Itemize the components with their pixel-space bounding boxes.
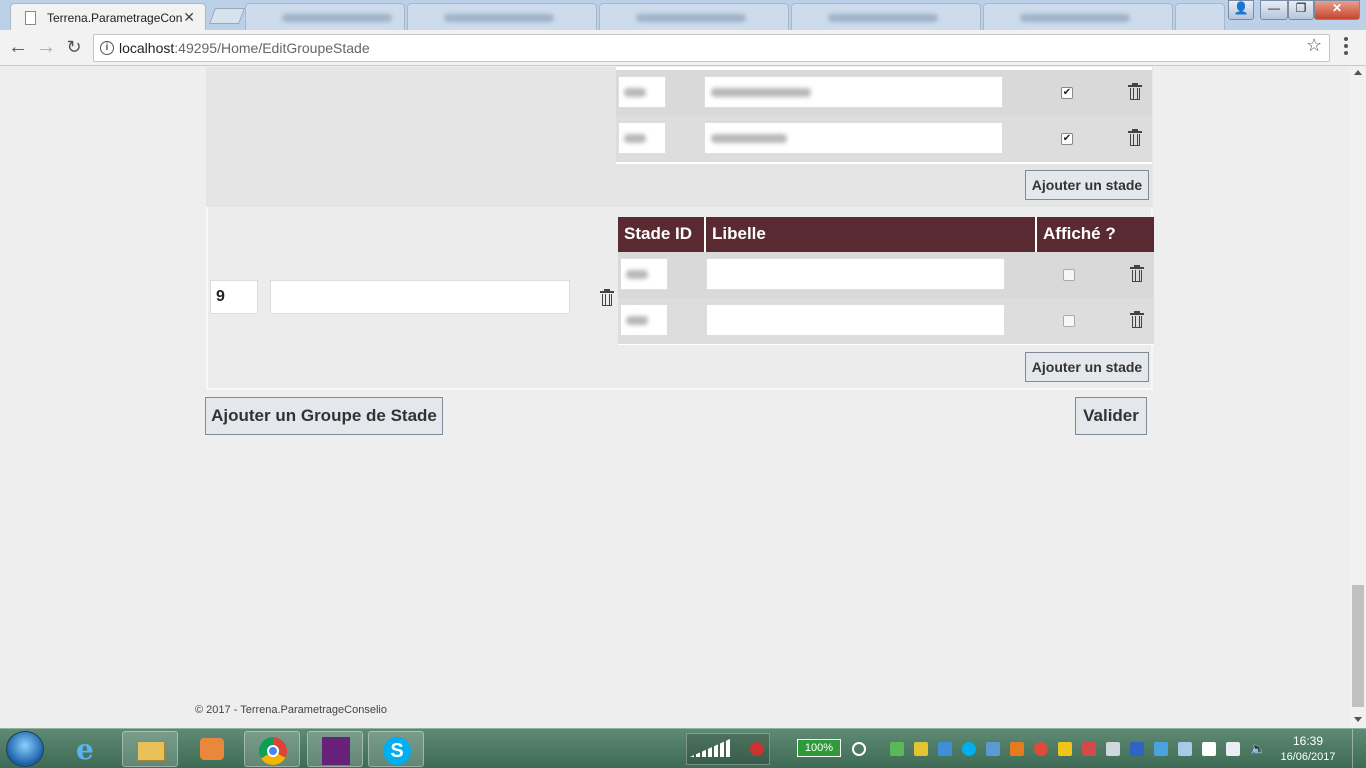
clock-time[interactable]: 16:39 [1278, 734, 1338, 748]
delete-group-icon[interactable] [600, 289, 614, 308]
table-row [618, 298, 1154, 344]
trash-icon[interactable] [1130, 311, 1144, 330]
tray-icon-9[interactable] [1154, 742, 1168, 756]
page-scrollbar[interactable] [1350, 67, 1366, 728]
add-stage-button[interactable]: Ajouter un stade [1025, 170, 1149, 200]
stage-table-1: ✔ ✔ [616, 67, 1152, 164]
trash-icon[interactable] [1130, 265, 1144, 284]
stage-libelle-field[interactable] [704, 76, 1003, 108]
clock-date[interactable]: 16/06/2017 [1278, 751, 1338, 763]
user-icon[interactable]: 👤 [1228, 0, 1254, 20]
browser-menu-icon[interactable] [1344, 37, 1348, 55]
stage-id-field[interactable] [620, 304, 668, 336]
tray-icon-6[interactable] [1082, 742, 1096, 756]
internet-explorer-icon[interactable]: e [60, 731, 116, 767]
trash-icon[interactable] [1128, 83, 1142, 102]
url-input[interactable]: i localhost:49295/Home/EditGroupeStade [93, 34, 1330, 62]
browser-tab-strip: Terrena.ParametrageCon ✕ 👤 — ❐ ✕ [0, 0, 1366, 30]
displayed-checkbox[interactable]: ✔ [1061, 87, 1073, 99]
skype-tray-icon[interactable] [962, 742, 976, 756]
add-stage-button[interactable]: Ajouter un stade [1025, 352, 1149, 382]
group-id-field[interactable]: 9 [210, 280, 258, 314]
table-row: ✔ [616, 116, 1152, 162]
stage-table-2: Stade ID Libelle Affiché ? [618, 217, 1154, 345]
page-content: ✔ ✔ Ajouter un stade 9 Stade ID Libelle … [0, 67, 1350, 728]
footer-copyright: © 2017 - Terrena.ParametrageConselio [195, 704, 387, 716]
network-warning-icon[interactable] [750, 742, 764, 756]
address-bar-row: ← → ↻ i localhost:49295/Home/EditGroupeS… [0, 30, 1366, 66]
column-header-displayed: Affiché ? [1043, 224, 1116, 243]
tray-icon-8[interactable] [1130, 742, 1144, 756]
maximize-button[interactable]: ❐ [1288, 0, 1314, 20]
displayed-checkbox[interactable] [1063, 315, 1075, 327]
tab-close-icon[interactable]: ✕ [183, 9, 195, 26]
table-row: ✔ [616, 70, 1152, 116]
tab-background-1[interactable] [245, 3, 405, 30]
minimize-button[interactable]: — [1260, 0, 1288, 20]
windows-taskbar: e S 100% 🔈 16:39 16/06/2017 [0, 728, 1366, 768]
tab-background-4[interactable] [791, 3, 981, 30]
back-arrow-icon[interactable]: ← [6, 36, 30, 60]
battery-indicator[interactable]: 100% [797, 739, 841, 757]
tab-title: Terrena.ParametrageCon [47, 11, 183, 25]
displayed-checkbox[interactable] [1063, 269, 1075, 281]
chrome-icon[interactable] [244, 731, 300, 767]
new-tab-button[interactable] [209, 8, 245, 24]
tray-icon-5[interactable] [1010, 742, 1024, 756]
table-row [618, 252, 1154, 298]
scroll-down-arrow-icon[interactable] [1354, 717, 1362, 722]
stage-libelle-field[interactable] [704, 122, 1003, 154]
skype-icon[interactable]: S [368, 731, 424, 767]
volume-icon[interactable]: 🔈 [1250, 742, 1266, 756]
tray-icon-4[interactable] [986, 742, 1000, 756]
stage-group-1: ✔ ✔ Ajouter un stade [206, 67, 1153, 207]
media-player-icon[interactable] [184, 731, 240, 767]
show-desktop-button[interactable] [1352, 729, 1366, 768]
info-icon[interactable]: i [100, 41, 114, 55]
column-header-libelle: Libelle [706, 217, 1037, 252]
table-header: Stade ID Libelle Affiché ? [618, 217, 1154, 252]
visual-studio-icon[interactable] [307, 731, 363, 767]
start-button-icon[interactable] [6, 731, 44, 767]
tray-icon-7[interactable] [1106, 742, 1120, 756]
tab-active[interactable]: Terrena.ParametrageCon ✕ [10, 3, 206, 30]
close-window-button[interactable]: ✕ [1314, 0, 1360, 20]
displayed-checkbox[interactable]: ✔ [1061, 133, 1073, 145]
tab-background-6[interactable] [1175, 3, 1225, 30]
scroll-thumb[interactable] [1352, 585, 1364, 707]
tab-background-2[interactable] [407, 3, 597, 30]
validate-button[interactable]: Valider [1075, 397, 1147, 435]
url-path: :49295/Home/EditGroupeStade [174, 40, 370, 56]
tab-background-5[interactable] [983, 3, 1173, 30]
power-plug-icon[interactable] [852, 742, 866, 756]
stage-id-field[interactable] [618, 122, 666, 154]
bookmark-star-icon[interactable]: ☆ [1306, 35, 1322, 56]
tray-icon-10[interactable] [1178, 742, 1192, 756]
add-stage-group-button[interactable]: Ajouter un Groupe de Stade [205, 397, 443, 435]
url-host: localhost [119, 40, 175, 56]
chat-tray-icon[interactable] [1058, 742, 1072, 756]
scroll-up-arrow-icon[interactable] [1354, 70, 1362, 75]
display-tray-icon[interactable] [1226, 742, 1240, 756]
forward-arrow-icon[interactable]: → [34, 36, 58, 60]
stage-id-field[interactable] [620, 258, 668, 290]
file-explorer-icon[interactable] [122, 731, 178, 767]
chrome-tray-icon[interactable] [1034, 742, 1048, 756]
trash-icon[interactable] [1128, 129, 1142, 148]
stage-id-field[interactable] [618, 76, 666, 108]
column-header-stage-id: Stade ID [618, 217, 706, 252]
stage-libelle-field[interactable] [706, 258, 1005, 290]
stage-libelle-field[interactable] [706, 304, 1005, 336]
tray-icon-11[interactable] [1202, 742, 1216, 756]
reload-icon[interactable]: ↻ [62, 36, 86, 60]
tray-icon-2[interactable] [914, 742, 928, 756]
tray-icon-1[interactable] [890, 742, 904, 756]
tray-icon-3[interactable] [938, 742, 952, 756]
tab-background-3[interactable] [599, 3, 789, 30]
group-name-field[interactable] [270, 280, 570, 314]
page-icon [25, 11, 36, 25]
stage-group-2: 9 Stade ID Libelle Affiché ? Ajouter un … [206, 207, 1154, 390]
